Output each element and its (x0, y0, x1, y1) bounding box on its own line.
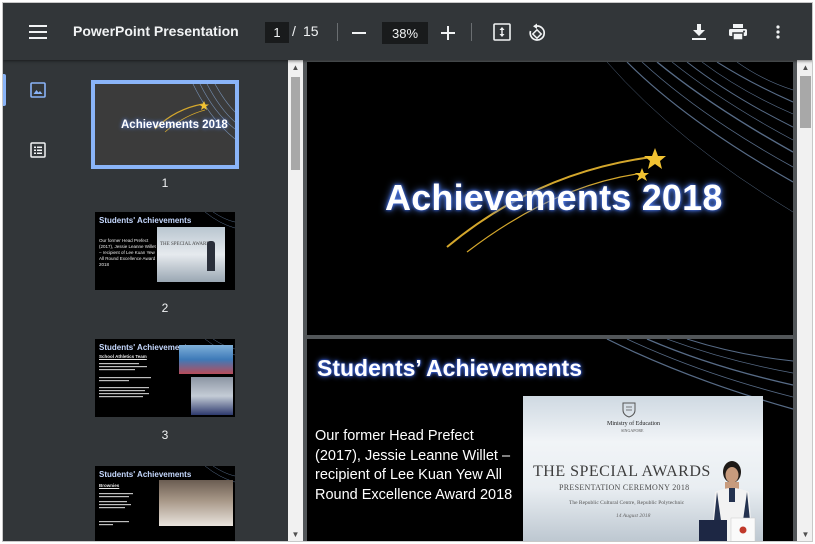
photo-date: 14 August 2018 (616, 513, 651, 519)
rotate-button[interactable] (524, 20, 550, 46)
minus-icon (352, 32, 366, 34)
document-scrollbar[interactable]: ▲ ▼ (797, 60, 812, 541)
thumbnail-title: Achievements 2018 (121, 119, 228, 131)
thumbnail-photo (159, 480, 233, 526)
toolbar-divider (337, 23, 338, 41)
zoom-in-button[interactable] (436, 21, 460, 45)
rail-active-indicator (3, 74, 6, 106)
thumbnail-body: Our former Head Prefect (2017), Jessie L… (99, 238, 156, 267)
print-button[interactable] (725, 20, 751, 44)
zoom-input[interactable]: 38% (382, 22, 428, 44)
fit-to-page-icon (493, 23, 511, 41)
thumbnail-panel: Achievements 2018 1 Students' Achievemen… (73, 60, 288, 541)
award-photo: Ministry of Education SINGAPORE THE SPEC… (523, 396, 763, 541)
thumbnails-view-button[interactable] (27, 79, 49, 101)
fit-to-page-button[interactable] (490, 20, 514, 44)
scroll-up-arrow-icon[interactable]: ▲ (288, 63, 303, 73)
scroll-down-arrow-icon[interactable]: ▼ (288, 530, 303, 540)
photo-subheading: PRESENTATION CEREMONY 2018 (559, 483, 690, 492)
thumbnail-title: Students' Achievements (99, 470, 192, 479)
page-number-input[interactable]: 1 (265, 22, 289, 43)
thumbnail-page-4[interactable]: Students' Achievements Brownies (95, 466, 235, 541)
thumbnail-photo: THE SPECIAL AWARDS (157, 227, 225, 282)
crest-icon (622, 402, 636, 418)
scrollbar-thumb[interactable] (291, 77, 300, 170)
thumbnail-photo (191, 377, 233, 415)
toolbar: PowerPoint Presentation 1 / 15 38% (3, 3, 812, 60)
sidebar-rail (3, 60, 73, 541)
photo-country: SINGAPORE (621, 428, 644, 433)
photo-ministry: Ministry of Education (607, 421, 660, 427)
thumbnail-page-1[interactable]: Achievements 2018 (91, 80, 239, 169)
document-title: PowerPoint Presentation (73, 23, 239, 39)
page-separator: / (292, 23, 296, 39)
thumbnail-page-number: 2 (161, 301, 169, 315)
thumbnail-body: Brownies (99, 483, 120, 488)
thumbnail-title: Students' Achievements (99, 216, 192, 225)
thumbnail-photo-text: THE SPECIAL AWARDS (160, 242, 213, 247)
slide-title: Achievements 2018 (385, 177, 723, 218)
thumbnail-page-3[interactable]: Students' Achievements School Athletics … (95, 339, 235, 417)
scroll-down-arrow-icon[interactable]: ▼ (798, 530, 812, 540)
outline-icon (30, 142, 46, 158)
thumbnail-photo (179, 345, 233, 374)
download-button[interactable] (687, 20, 711, 44)
more-options-button[interactable] (768, 20, 788, 44)
more-vert-icon (776, 25, 780, 39)
document-viewer: Achievements 2018 Students’ Achievements… (305, 60, 797, 541)
photo-heading: THE SPECIAL AWARDS (533, 463, 711, 480)
slide-body: Our former Head Prefect (2017), Jessie L… (315, 428, 513, 503)
menu-icon (29, 25, 47, 39)
outline-view-button[interactable] (27, 139, 49, 161)
pdf-viewer: PowerPoint Presentation 1 / 15 38% Achie… (2, 2, 813, 542)
zoom-out-button[interactable] (347, 21, 371, 45)
toolbar-divider (471, 23, 472, 41)
thumbnail-person (207, 241, 215, 271)
slide-page-2: Students’ Achievements Our former Head P… (307, 339, 793, 541)
thumbnail-body: School Athletics Team (99, 354, 147, 359)
photo-venue: The Republic Cultural Centre, Republic P… (569, 500, 685, 506)
thumbnail-title: Students' Achievements (99, 343, 192, 352)
thumbnail-page-number: 3 (161, 428, 169, 442)
plus-icon (441, 26, 455, 40)
menu-button[interactable] (25, 19, 51, 45)
slide-page-1: Achievements 2018 (307, 62, 793, 335)
thumbnail-page-2[interactable]: Students' Achievements Our former Head P… (95, 212, 235, 290)
scrollbar-thumb[interactable] (800, 76, 811, 128)
thumbnail-page-number: 1 (161, 176, 169, 190)
scroll-up-arrow-icon[interactable]: ▲ (798, 63, 812, 73)
print-icon (729, 24, 747, 40)
thumbnail-scrollbar[interactable]: ▲ ▼ (288, 60, 303, 541)
page-total: 15 (303, 23, 319, 39)
rotate-icon (529, 23, 546, 41)
award-recipient-figure (699, 461, 756, 541)
download-icon (692, 24, 706, 40)
image-icon (30, 82, 46, 98)
slide-title: Students’ Achievements (317, 355, 583, 381)
